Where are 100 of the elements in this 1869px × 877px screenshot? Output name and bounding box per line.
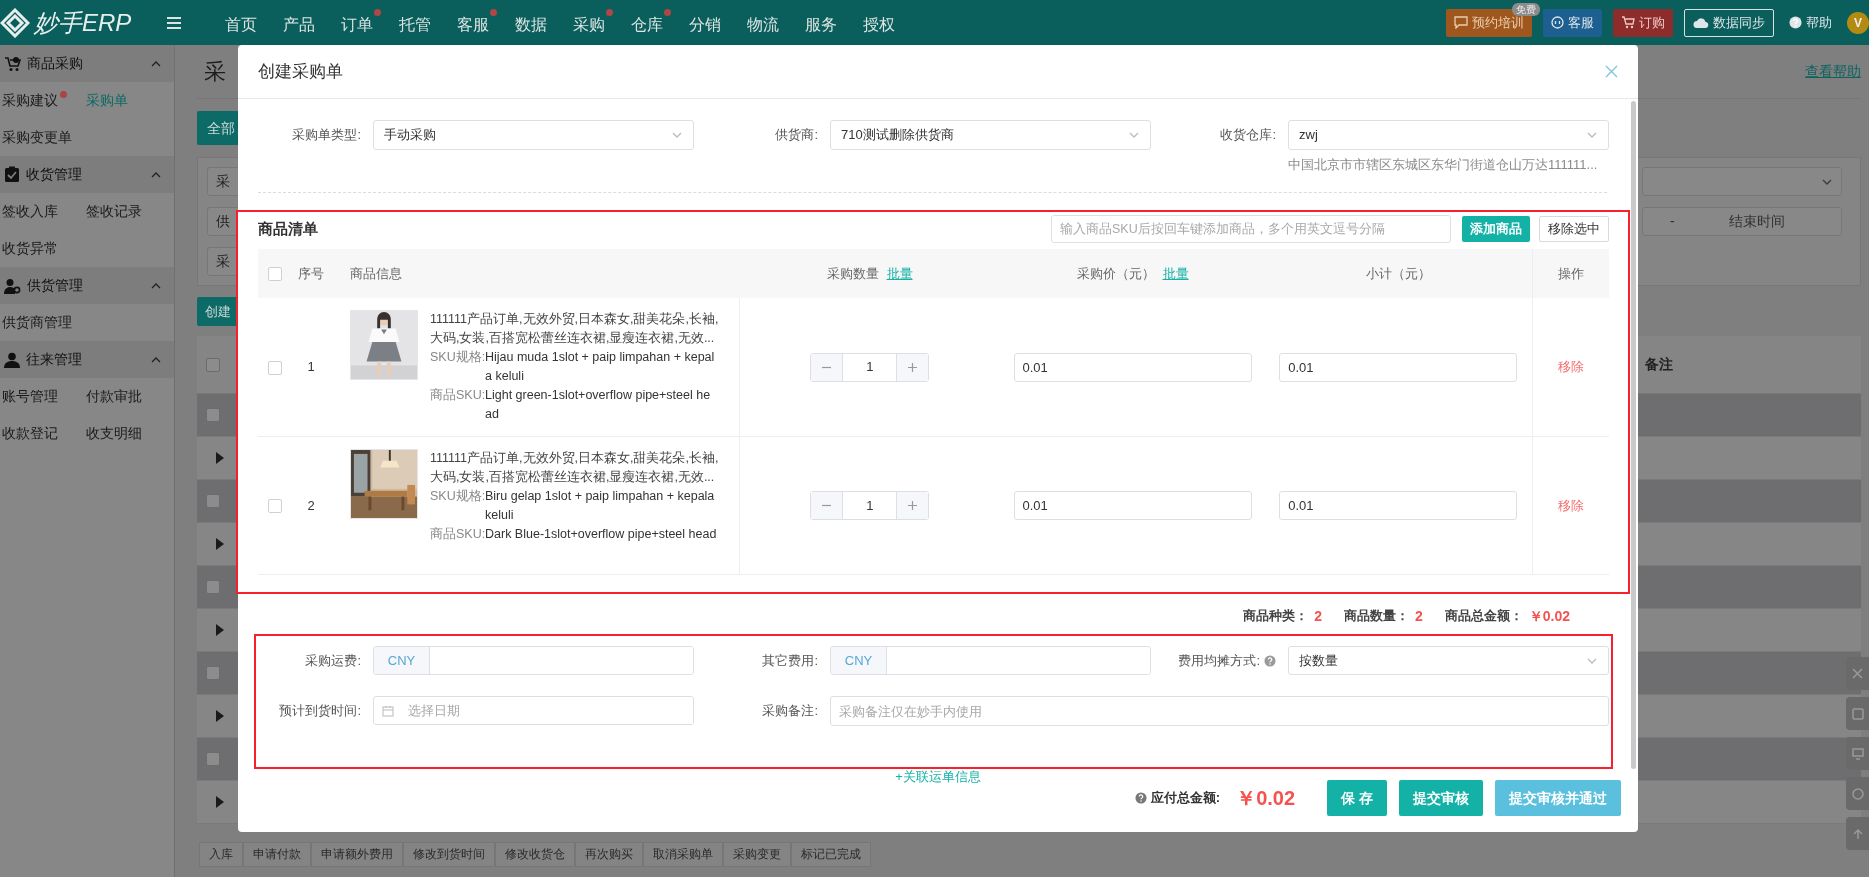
side-tool-button[interactable] (1846, 737, 1869, 770)
checkbox[interactable] (206, 580, 220, 594)
nav-item[interactable]: 服务 (805, 8, 846, 37)
sku-input[interactable]: 输入商品SKU后按回车键添加商品，多个用英文逗号分隔 (1051, 215, 1451, 243)
action-button[interactable]: 入库 (199, 842, 243, 867)
sidebar-item[interactable]: 签收入库 (2, 193, 84, 230)
expand-icon[interactable] (215, 796, 224, 808)
decrease-button[interactable] (811, 492, 843, 519)
summary-label: 商品总金额： (1444, 607, 1523, 626)
remove-link[interactable]: 移除 (1557, 497, 1584, 513)
logo[interactable]: 妙手ERP (34, 4, 132, 41)
header-button[interactable]: 订购 (1613, 8, 1673, 37)
nav-item[interactable]: 产品 (283, 8, 324, 37)
action-button[interactable]: 申请付款 (243, 842, 311, 867)
avatar[interactable]: V (1847, 11, 1869, 34)
header-button[interactable]: 数据同步 (1684, 8, 1774, 37)
help-icon (1264, 655, 1276, 667)
select-field[interactable] (1642, 167, 1842, 196)
checkbox[interactable] (206, 666, 220, 680)
sidebar-item[interactable]: 采购变更单 (2, 119, 84, 156)
batch-link[interactable]: 批量 (886, 263, 913, 284)
close-icon[interactable] (1605, 65, 1618, 78)
side-tool-button[interactable] (1846, 817, 1869, 850)
up-arrow-icon (1852, 827, 1864, 840)
action-button[interactable]: 再次购买 (575, 842, 643, 867)
nav-item[interactable]: 客服 (457, 8, 498, 37)
menu-icon[interactable] (166, 15, 183, 30)
nav-item[interactable]: 托管 (399, 8, 440, 37)
header-button[interactable]: 客服 (1543, 8, 1602, 37)
remove-link[interactable]: 移除 (1557, 359, 1584, 375)
nav-item[interactable]: 分销 (689, 8, 730, 37)
sidebar-group-header[interactable]: 商品采购 (0, 45, 174, 82)
action-button[interactable]: 修改收货仓 (495, 842, 575, 867)
side-tool-button[interactable] (1846, 697, 1869, 730)
sidebar-group-header[interactable]: 供货管理 (0, 267, 174, 304)
decrease-button[interactable] (811, 353, 843, 381)
header-button[interactable]: 帮助 (1785, 8, 1836, 37)
expand-icon[interactable] (215, 624, 224, 636)
sidebar-item[interactable]: 收支明细 (86, 415, 168, 452)
date-range-field[interactable]: - 结束时间 (1642, 207, 1842, 236)
date-input[interactable]: 选择日期 (408, 697, 693, 724)
nav-item[interactable]: 仓库 (631, 8, 672, 37)
increase-button[interactable] (897, 492, 929, 519)
select-field[interactable]: 按数量 (1288, 646, 1609, 675)
increase-button[interactable] (897, 353, 929, 381)
sidebar-item[interactable]: 收款登记 (2, 415, 84, 452)
nav-item[interactable]: 数据 (515, 8, 556, 37)
price-input[interactable]: 0.01 (1013, 491, 1252, 520)
expand-icon[interactable] (215, 538, 224, 550)
action-button[interactable]: 提交审核 (1399, 780, 1483, 816)
subtotal-input[interactable]: 0.01 (1279, 352, 1518, 382)
nav-item[interactable]: 订单 (341, 8, 382, 37)
add-goods-button[interactable]: 添加商品 (1462, 216, 1530, 242)
scrollbar[interactable] (1631, 101, 1636, 769)
nav-item[interactable]: 采购 (573, 8, 614, 37)
currency-input[interactable]: CNY (830, 646, 1151, 675)
action-button[interactable]: 取消采购单 (643, 842, 723, 867)
sidebar-item[interactable]: 供货商管理 (2, 304, 84, 341)
plus-icon (907, 500, 919, 511)
remove-selected-button[interactable]: 移除选中 (1539, 216, 1609, 242)
badge-tag: 免费 (1512, 2, 1540, 16)
expand-icon[interactable] (215, 710, 224, 722)
date-picker[interactable]: 选择日期 (373, 696, 694, 725)
checkbox[interactable] (206, 357, 220, 372)
quantity-input[interactable]: 1 (842, 492, 898, 519)
action-button[interactable]: 标记已完成 (791, 842, 871, 867)
sidebar-item[interactable]: 付款审批 (86, 378, 168, 415)
expand-icon[interactable] (215, 452, 224, 464)
action-button[interactable]: 修改到货时间 (403, 842, 495, 867)
action-button[interactable]: 保 存 (1327, 780, 1387, 816)
checkbox[interactable] (206, 494, 220, 508)
nav-item[interactable]: 首页 (225, 8, 266, 37)
product-name[interactable]: 111111产品订单,无效外贸,日本森女,甜美花朵,长袖,大码,女装,百搭宽松蕾丝连衣裙,显瘦连衣裙,无效... (430, 449, 730, 487)
sidebar-group-header[interactable]: 收货管理 (0, 156, 174, 193)
currency-input[interactable]: CNY (373, 646, 694, 675)
batch-link[interactable]: 批量 (1162, 263, 1189, 284)
sidebar-item[interactable]: 签收记录 (86, 193, 168, 230)
quantity-stepper[interactable]: 1 (810, 352, 930, 382)
action-button[interactable]: 申请额外费用 (311, 842, 403, 867)
sidebar-group-header[interactable]: 往来管理 (0, 341, 174, 378)
checkbox[interactable] (206, 408, 220, 422)
nav-item[interactable]: 授权 (863, 8, 904, 37)
product-name[interactable]: 111111产品订单,无效外贸,日本森女,甜美花朵,长袖,大码,女装,百搭宽松蕾丝连衣裙,显瘦连衣裙,无效... (430, 310, 730, 348)
side-tool-button[interactable] (1846, 777, 1869, 810)
sidebar-item[interactable]: 账号管理 (2, 378, 84, 415)
select-field[interactable]: 手动采购 (373, 120, 694, 150)
sidebar-item[interactable]: 采购建议 (2, 82, 84, 119)
quantity-stepper[interactable]: 1 (810, 491, 930, 520)
action-button[interactable]: 采购变更 (723, 842, 791, 867)
subtotal-input[interactable]: 0.01 (1279, 491, 1518, 520)
nav-item[interactable]: 物流 (747, 8, 788, 37)
quantity-input[interactable]: 1 (842, 353, 898, 381)
select-field[interactable]: zwj (1288, 120, 1609, 150)
checkbox[interactable] (206, 752, 220, 766)
remark-input[interactable]: 采购备注仅在妙手内使用 (830, 696, 1609, 726)
side-tool-button[interactable] (1846, 657, 1869, 690)
price-input[interactable]: 0.01 (1013, 352, 1252, 382)
waybill-link[interactable]: +关联运单信息 (878, 769, 998, 785)
sidebar-item[interactable]: 收货异常 (2, 230, 84, 267)
select-field[interactable]: 710测试删除供货商 (830, 120, 1151, 150)
